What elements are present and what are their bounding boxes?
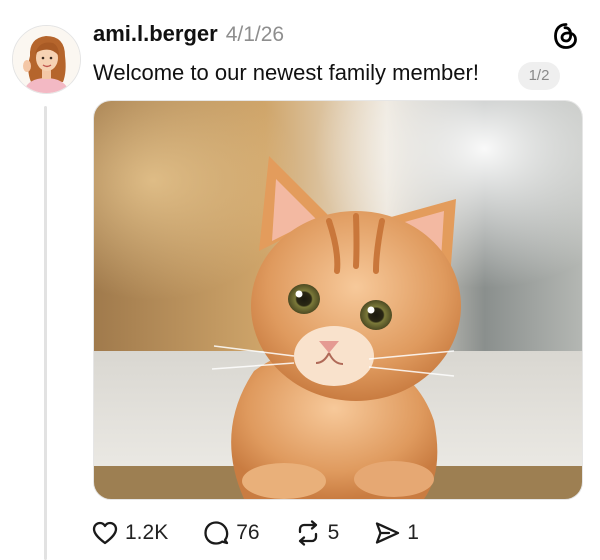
username[interactable]: ami.l.berger [93,21,218,47]
send-icon [376,522,400,544]
image-page-indicator: 1/2 [518,62,560,90]
comment-count: 76 [236,521,260,544]
repost-icon [298,520,317,546]
post-image[interactable] [93,100,583,500]
like-button[interactable]: 1.2K [91,519,168,547]
comment-button[interactable]: 76 [202,519,260,547]
post-text: Welcome to our newest family member! [93,60,479,85]
share-count: 1 [407,521,419,544]
comment-bubble-icon [204,521,229,545]
post-date: 4/1/26 [225,23,285,46]
thread-line [44,106,47,560]
like-count: 1.2K [125,521,169,544]
threads-logo-icon[interactable] [552,22,580,50]
orange-kitten-photo-icon [94,101,582,499]
illustrated-woman-avatar-icon [13,26,80,93]
share-button[interactable]: 1 [373,519,419,547]
heart-icon [92,521,118,545]
repost-button[interactable]: 5 [294,519,340,547]
avatar[interactable] [12,25,81,94]
repost-count: 5 [327,521,340,544]
post-actions: 1.2K 76 5 1 [91,518,453,548]
post-header: ami.l.berger 4/1/26 [93,21,284,49]
